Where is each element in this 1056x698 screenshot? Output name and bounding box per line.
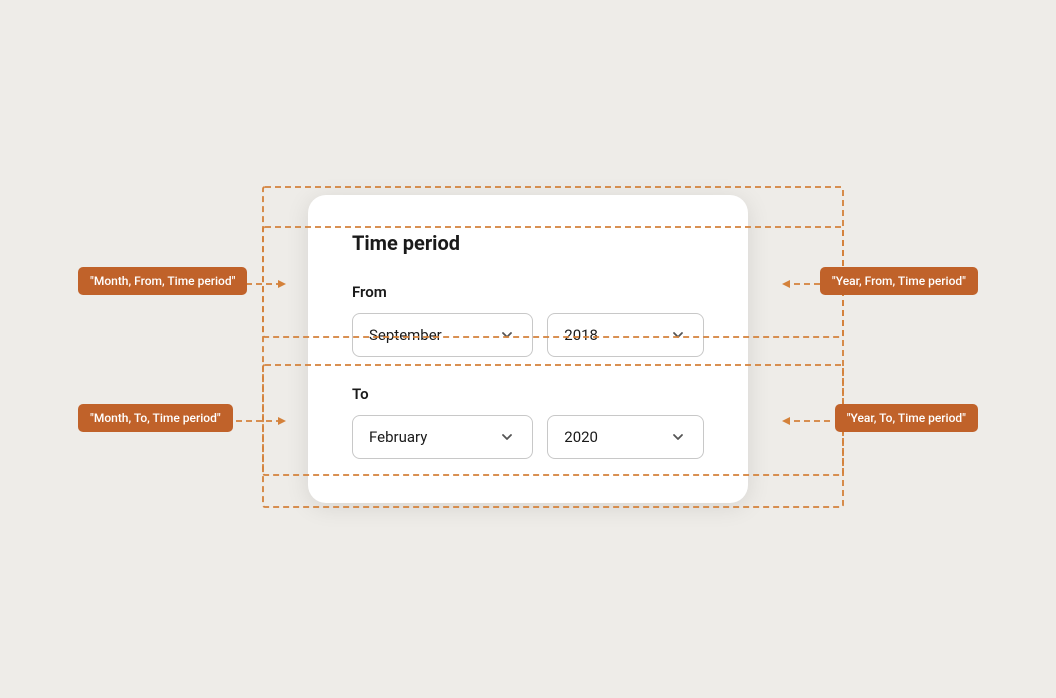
annotation-month-to: "Month, To, Time period" — [78, 404, 233, 432]
from-month-dropdown[interactable]: September — [352, 313, 533, 357]
annotation-month-from: "Month, From, Time period" — [78, 267, 247, 295]
to-label: To — [352, 385, 704, 403]
to-month-dropdown[interactable]: February — [352, 415, 533, 459]
card-title: Time period — [352, 231, 704, 255]
scene: "Month, From, Time period" "Year, From, … — [78, 99, 978, 599]
to-year-chevron-icon — [669, 428, 687, 446]
from-month-chevron-icon — [498, 326, 516, 344]
annotation-year-from: "Year, From, Time period" — [820, 267, 978, 295]
from-label: From — [352, 283, 704, 301]
from-row: September 2018 — [352, 313, 704, 357]
to-month-chevron-icon — [498, 428, 516, 446]
time-period-card: Time period From September 2018 — [308, 195, 748, 503]
from-month-value: September — [369, 326, 442, 344]
from-year-dropdown[interactable]: 2018 — [547, 313, 704, 357]
from-year-value: 2018 — [564, 326, 598, 344]
to-year-value: 2020 — [564, 428, 598, 446]
annotation-year-to: "Year, To, Time period" — [835, 404, 978, 432]
to-year-dropdown[interactable]: 2020 — [547, 415, 704, 459]
from-year-chevron-icon — [669, 326, 687, 344]
to-month-value: February — [369, 428, 427, 446]
to-row: February 2020 — [352, 415, 704, 459]
